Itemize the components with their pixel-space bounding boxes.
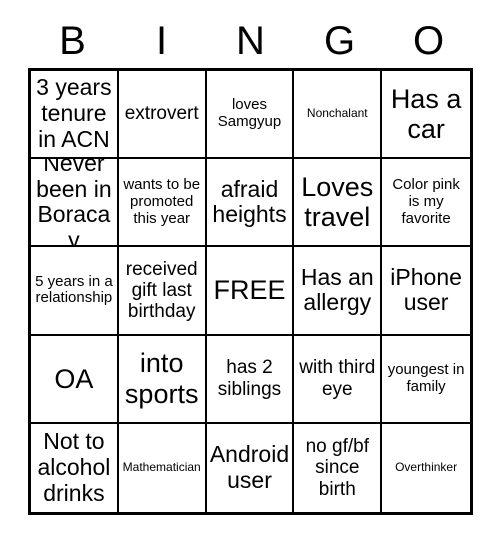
bingo-cell[interactable]: Overthinker bbox=[382, 423, 470, 512]
bingo-cell-label: FREE bbox=[213, 275, 286, 306]
bingo-cell[interactable]: Loves travel bbox=[294, 159, 383, 248]
header-letter-i: I bbox=[155, 19, 168, 63]
bingo-cell-free[interactable]: FREE bbox=[206, 247, 295, 336]
bingo-cell-label: Not to alcohol drinks bbox=[37, 428, 111, 506]
bingo-cell-label: Has an allergy bbox=[300, 263, 374, 316]
bingo-cell[interactable]: into sports bbox=[118, 335, 207, 424]
bingo-cell[interactable]: Mathematician bbox=[118, 423, 207, 512]
bingo-card: B I N G O 3 years tenure in ACN extrover… bbox=[0, 0, 501, 544]
bingo-cell-label: Android user bbox=[209, 441, 290, 493]
bingo-cell-label: 5 years in a relationship bbox=[35, 272, 113, 307]
bingo-cell[interactable]: received gift last birthday bbox=[118, 247, 207, 336]
bingo-cell[interactable]: no gf/bf since birth bbox=[294, 423, 383, 512]
bingo-cell-label: Color pink is my favorite bbox=[392, 176, 460, 227]
bingo-cell-label: youngest in family bbox=[387, 360, 465, 395]
bingo-cell-label: Has a car bbox=[390, 83, 462, 145]
bingo-cell-label: Overthinker bbox=[395, 460, 458, 475]
bingo-cell-label: extrovert bbox=[124, 103, 199, 125]
header-letter-b: B bbox=[59, 19, 86, 63]
bingo-cell[interactable]: 3 years tenure in ACN bbox=[31, 71, 119, 160]
bingo-cell[interactable]: has 2 siblings bbox=[206, 335, 295, 424]
bingo-cell[interactable]: Color pink is my favorite bbox=[382, 159, 470, 248]
bingo-cell-label: Never been in Boracay bbox=[36, 159, 112, 248]
bingo-grid: 3 years tenure in ACN extrovert loves Sa… bbox=[28, 68, 473, 515]
bingo-cell-label: into sports bbox=[124, 348, 199, 409]
bingo-cell[interactable]: Never been in Boracay bbox=[31, 159, 119, 248]
bingo-cell[interactable]: wants to be promoted this year bbox=[118, 159, 207, 248]
bingo-cell-label: OA bbox=[54, 363, 94, 394]
bingo-cell[interactable]: youngest in family bbox=[382, 335, 470, 424]
bingo-cell-label: with third eye bbox=[299, 357, 376, 400]
bingo-cell[interactable]: Has a car bbox=[382, 71, 470, 160]
header-letter-o: O bbox=[412, 19, 445, 63]
bingo-cell-label: wants to be promoted this year bbox=[123, 176, 201, 227]
bingo-cell-label: iPhone user bbox=[390, 263, 462, 316]
bingo-cell[interactable]: iPhone user bbox=[382, 247, 470, 336]
bingo-cell-label: received gift last birthday bbox=[125, 258, 198, 323]
bingo-cell-label: Loves travel bbox=[301, 172, 374, 233]
bingo-cell[interactable]: afraid heights bbox=[206, 159, 295, 248]
bingo-cell[interactable]: Nonchalant bbox=[294, 71, 383, 160]
bingo-cell-label: Nonchalant bbox=[306, 106, 368, 121]
bingo-cell[interactable]: OA bbox=[31, 335, 119, 424]
header-letter-g: G bbox=[323, 19, 356, 63]
bingo-cell[interactable]: Not to alcohol drinks bbox=[31, 423, 119, 512]
bingo-cell[interactable]: loves Samgyup bbox=[206, 71, 295, 160]
bingo-cell[interactable]: Android user bbox=[206, 423, 295, 512]
bingo-cell[interactable]: Has an allergy bbox=[294, 247, 383, 336]
bingo-cell-label: afraid heights bbox=[212, 175, 287, 228]
bingo-cell[interactable]: extrovert bbox=[118, 71, 207, 160]
bingo-cell-label: loves Samgyup bbox=[217, 96, 282, 131]
bingo-cell-label: 3 years tenure in ACN bbox=[36, 74, 112, 152]
bingo-cell[interactable]: 5 years in a relationship bbox=[31, 247, 119, 336]
header-letter-n: N bbox=[236, 19, 265, 63]
bingo-cell[interactable]: with third eye bbox=[294, 335, 383, 424]
bingo-cell-label: Mathematician bbox=[122, 460, 201, 475]
bingo-cell-label: no gf/bf since birth bbox=[305, 435, 369, 500]
bingo-header-letters: B I N G O bbox=[28, 16, 473, 66]
bingo-cell-label: has 2 siblings bbox=[217, 357, 282, 400]
